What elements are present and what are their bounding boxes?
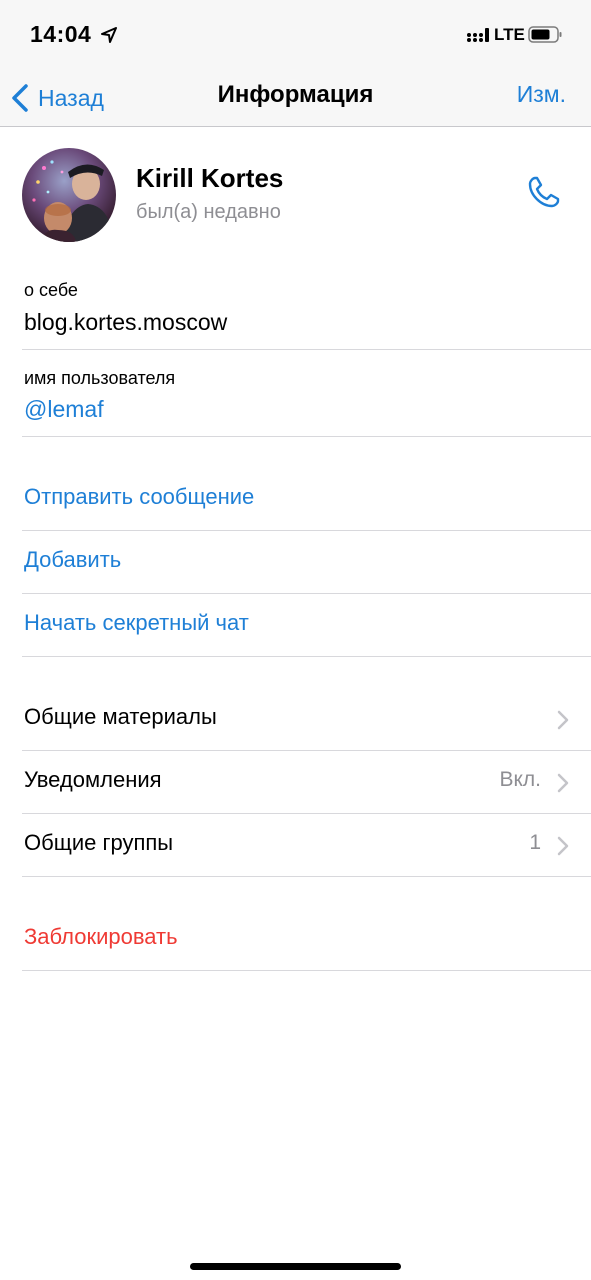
network-type: LTE xyxy=(494,25,525,44)
divider xyxy=(22,970,591,971)
send-message-button[interactable]: Отправить сообщение xyxy=(0,468,591,530)
chevron-right-icon xyxy=(557,836,569,856)
battery-icon xyxy=(528,26,562,43)
shared-media-row[interactable]: Общие материалы xyxy=(0,688,591,750)
add-contact-button[interactable]: Добавить xyxy=(0,531,591,593)
block-user-button[interactable]: Заблокировать xyxy=(0,908,591,970)
back-button-label: Назад xyxy=(38,84,104,111)
navigation-bar: Назад Информация Изм. xyxy=(0,72,591,127)
divider xyxy=(22,436,591,437)
divider xyxy=(22,656,591,657)
common-groups-count: 1 xyxy=(529,831,541,854)
notifications-value: Вкл. xyxy=(499,768,541,791)
contact-name: Kirill Kortes xyxy=(136,163,284,193)
last-seen-status: был(а) недавно xyxy=(136,201,281,223)
notifications-label: Уведомления xyxy=(24,767,162,792)
phone-icon[interactable] xyxy=(525,173,563,211)
chevron-right-icon xyxy=(557,773,569,793)
username-field: имя пользователя @lemaf xyxy=(0,350,591,436)
edit-button[interactable]: Изм. xyxy=(517,81,566,108)
status-time: 14:04 xyxy=(30,21,92,47)
secret-chat-label: Начать секретный чат xyxy=(24,610,249,635)
common-groups-label: Общие группы xyxy=(24,830,174,855)
notifications-row[interactable]: Уведомления Вкл. xyxy=(0,751,591,813)
about-label: о себе xyxy=(24,280,78,300)
secret-chat-button[interactable]: Начать секретный чат xyxy=(0,594,591,656)
divider xyxy=(22,876,591,877)
shared-media-label: Общие материалы xyxy=(24,704,217,729)
send-message-label: Отправить сообщение xyxy=(24,484,255,509)
home-indicator[interactable] xyxy=(190,1263,401,1270)
signal-icon xyxy=(467,28,489,42)
back-button[interactable]: Назад xyxy=(10,80,104,116)
username-value[interactable]: @lemaf xyxy=(24,396,104,423)
about-field: о себе blog.kortes.moscow xyxy=(0,259,591,349)
add-contact-label: Добавить xyxy=(24,547,122,572)
avatar-photo xyxy=(22,148,116,242)
status-bar: 14:04 LTE xyxy=(0,0,591,72)
common-groups-row[interactable]: Общие группы 1 xyxy=(0,814,591,876)
avatar[interactable] xyxy=(22,148,116,242)
username-label: имя пользователя xyxy=(24,368,176,388)
chevron-left-icon xyxy=(12,84,28,112)
block-user-label: Заблокировать xyxy=(24,924,178,949)
chevron-right-icon xyxy=(557,710,569,730)
about-value[interactable]: blog.kortes.moscow xyxy=(24,309,227,336)
location-arrow-icon xyxy=(101,27,117,43)
profile-header: Kirill Kortes был(а) недавно xyxy=(0,127,591,259)
